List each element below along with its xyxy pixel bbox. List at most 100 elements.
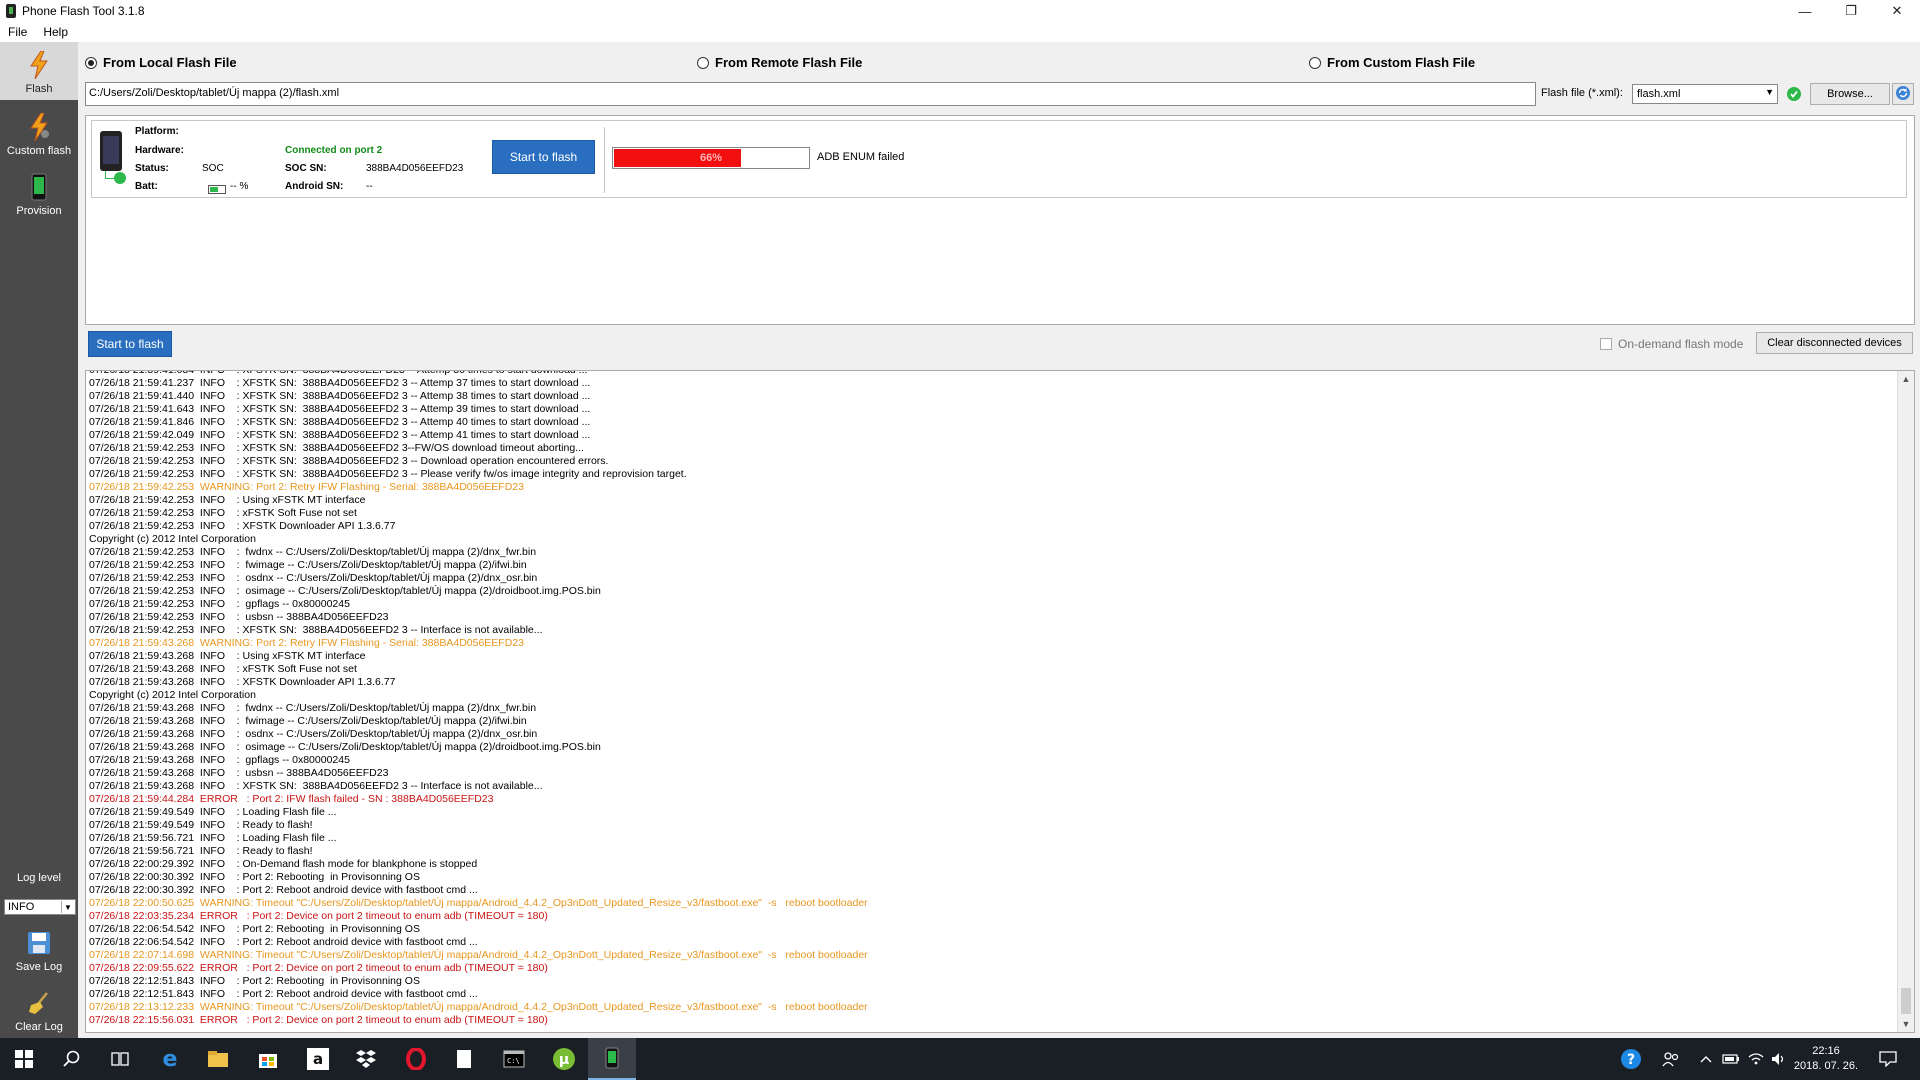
refresh-button[interactable] xyxy=(1892,83,1914,105)
cmd-icon[interactable]: C:\ xyxy=(490,1038,538,1080)
ondemand-flash-mode-checkbox[interactable]: On-demand flash mode xyxy=(1600,337,1743,351)
clear-log-label: Clear Log xyxy=(15,1021,63,1033)
broom-icon xyxy=(26,989,52,1017)
device-card: Platform: Hardware: Connected on port 2 … xyxy=(91,120,1907,198)
log-line: 07/26/18 21:59:43.268 INFO : gpflags -- … xyxy=(89,754,350,766)
log-line: 07/26/18 21:59:49.549 INFO : Ready to fl… xyxy=(89,819,313,831)
chevron-down-icon: ▼ xyxy=(1765,87,1774,97)
start-flash-button[interactable]: Start to flash xyxy=(88,331,172,357)
amazon-icon[interactable]: a xyxy=(294,1038,342,1080)
batt-value: -- % xyxy=(230,181,249,192)
utorrent-icon[interactable]: µ xyxy=(540,1038,588,1080)
scroll-thumb[interactable] xyxy=(1901,988,1911,1014)
store-icon[interactable] xyxy=(244,1038,292,1080)
dropbox-icon[interactable] xyxy=(342,1038,390,1080)
log-line: Copyright (c) 2012 Intel Corporation xyxy=(89,533,256,545)
clock-time: 22:16 xyxy=(1812,1045,1840,1057)
browse-button[interactable]: Browse... xyxy=(1810,83,1890,105)
device-phone-icon xyxy=(100,131,122,171)
flash-file-path-input[interactable]: C:/Users/Zoli/Desktop/tablet/Új mappa (2… xyxy=(85,82,1536,106)
radio-label: From Remote Flash File xyxy=(715,55,863,70)
batt-label: Batt: xyxy=(135,181,158,192)
notification-center-icon[interactable] xyxy=(1868,1038,1908,1080)
soc-sn-label: SOC SN: xyxy=(285,163,327,174)
log-line: 07/26/18 21:59:41.846 INFO : XFSTK SN: 3… xyxy=(89,416,591,428)
log-lines: 07/26/18 21:59:41.034 INFO : XFSTK SN: 3… xyxy=(89,370,1884,1027)
volume-icon[interactable] xyxy=(1768,1038,1790,1080)
log-line: 07/26/18 21:59:43.268 WARNING: Port 2: R… xyxy=(89,637,524,649)
save-log-button[interactable]: Save Log xyxy=(0,920,78,978)
android-sn-label: Android SN: xyxy=(285,181,344,192)
maximize-button[interactable]: ❐ xyxy=(1828,0,1874,22)
provision-phone-icon xyxy=(26,173,52,201)
menu-file[interactable]: File xyxy=(0,25,35,39)
log-line: 07/26/18 21:59:42.253 INFO : usbsn -- 38… xyxy=(89,611,389,623)
flash-file-select[interactable]: flash.xml ▼ xyxy=(1632,84,1778,104)
svg-text:a: a xyxy=(313,1050,323,1068)
log-line: 07/26/18 21:59:43.268 INFO : osdnx -- C:… xyxy=(89,728,538,740)
task-view-icon[interactable] xyxy=(96,1038,144,1080)
log-scrollbar[interactable]: ▲ ▼ xyxy=(1897,371,1914,1032)
taskbar: e a C:\ µ ? 22:16 2018. 07. 26. xyxy=(0,1038,1920,1080)
log-line: 07/26/18 21:59:43.268 INFO : fwdnx -- C:… xyxy=(89,702,537,714)
sidebar-item-label: Provision xyxy=(16,205,62,217)
sidebar-item-flash[interactable]: Flash xyxy=(0,42,78,100)
radio-custom-flash-file[interactable]: From Custom Flash File xyxy=(1309,55,1475,70)
log-line: 07/26/18 21:59:42.253 INFO : gpflags -- … xyxy=(89,598,350,610)
wifi-icon[interactable] xyxy=(1744,1038,1768,1080)
log-line: 07/26/18 22:06:54.542 INFO : Port 2: Reb… xyxy=(89,923,420,935)
log-line: 07/26/18 22:12:51.843 INFO : Port 2: Reb… xyxy=(89,975,420,987)
flash-bolt-icon xyxy=(26,51,52,79)
soc-sn-value: 388BA4D056EEFD23 xyxy=(366,163,464,174)
search-icon[interactable] xyxy=(48,1038,96,1080)
log-line: 07/26/18 21:59:43.268 INFO : fwimage -- … xyxy=(89,715,527,727)
log-line: 07/26/18 21:59:42.253 INFO : xFSTK Soft … xyxy=(89,507,357,519)
chevron-down-icon: ▼ xyxy=(61,901,74,913)
device-start-flash-button[interactable]: Start to flash xyxy=(492,140,595,174)
battery-tray-icon[interactable] xyxy=(1718,1038,1744,1080)
file-explorer-icon[interactable] xyxy=(194,1038,242,1080)
log-line: 07/26/18 21:59:42.253 WARNING: Port 2: R… xyxy=(89,481,524,493)
log-line: 07/26/18 21:59:41.034 INFO : XFSTK SN: 3… xyxy=(89,370,588,376)
title-bar: Phone Flash Tool 3.1.8 — ❐ ✕ xyxy=(0,0,1920,22)
chevron-up-icon[interactable] xyxy=(1694,1038,1718,1080)
scroll-down-icon[interactable]: ▼ xyxy=(1898,1016,1914,1032)
svg-text:C:\: C:\ xyxy=(507,1057,520,1065)
menu-help[interactable]: Help xyxy=(35,25,76,39)
people-icon[interactable] xyxy=(1656,1038,1686,1080)
sidebar-item-custom-flash[interactable]: Custom flash xyxy=(0,104,78,162)
taskbar-clock[interactable]: 22:16 2018. 07. 26. xyxy=(1790,1044,1862,1074)
scroll-up-icon[interactable]: ▲ xyxy=(1898,371,1914,387)
log-line: 07/26/18 21:59:41.237 INFO : XFSTK SN: 3… xyxy=(89,377,591,389)
log-level-label: Log level xyxy=(16,872,62,884)
edge-icon[interactable]: e xyxy=(146,1038,194,1080)
opera-icon[interactable] xyxy=(392,1038,440,1080)
log-output[interactable]: 07/26/18 21:59:41.034 INFO : XFSTK SN: 3… xyxy=(85,370,1915,1033)
log-level-select[interactable]: INFO ▼ xyxy=(4,899,76,915)
radio-indicator xyxy=(85,56,97,69)
windows-start-icon[interactable] xyxy=(0,1038,48,1080)
minimize-button[interactable]: — xyxy=(1782,0,1828,22)
ondemand-label: On-demand flash mode xyxy=(1618,337,1744,351)
radio-indicator xyxy=(1309,56,1321,69)
device-panel: Platform: Hardware: Connected on port 2 … xyxy=(85,115,1915,325)
log-line: Copyright (c) 2012 Intel Corporation xyxy=(89,689,256,701)
status-value: SOC xyxy=(202,163,224,174)
log-level-value: INFO xyxy=(8,901,35,913)
help-icon[interactable]: ? xyxy=(1614,1038,1648,1080)
sidebar-item-provision[interactable]: Provision xyxy=(0,164,78,222)
sidebar: Flash Custom flash Provision Log level I… xyxy=(0,42,78,1038)
radio-label: From Custom Flash File xyxy=(1327,55,1476,70)
log-line: 07/26/18 21:59:43.268 INFO : usbsn -- 38… xyxy=(89,767,389,779)
phone-flash-tool-icon[interactable] xyxy=(588,1038,636,1080)
notepad-icon[interactable] xyxy=(440,1038,488,1080)
close-button[interactable]: ✕ xyxy=(1874,0,1920,22)
clear-disconnected-devices-button[interactable]: Clear disconnected devices xyxy=(1756,332,1913,354)
log-line: 07/26/18 21:59:56.721 INFO : Loading Fla… xyxy=(89,832,337,844)
hardware-value: Connected on port 2 xyxy=(285,145,383,156)
radio-local-flash-file[interactable]: From Local Flash File xyxy=(85,55,237,70)
radio-remote-flash-file[interactable]: From Remote Flash File xyxy=(697,55,862,70)
log-line: 07/26/18 22:15:56.031 ERROR : Port 2: De… xyxy=(89,1014,548,1026)
clear-log-button[interactable]: Clear Log xyxy=(0,980,78,1038)
clock-date: 2018. 07. 26. xyxy=(1793,1060,1859,1072)
